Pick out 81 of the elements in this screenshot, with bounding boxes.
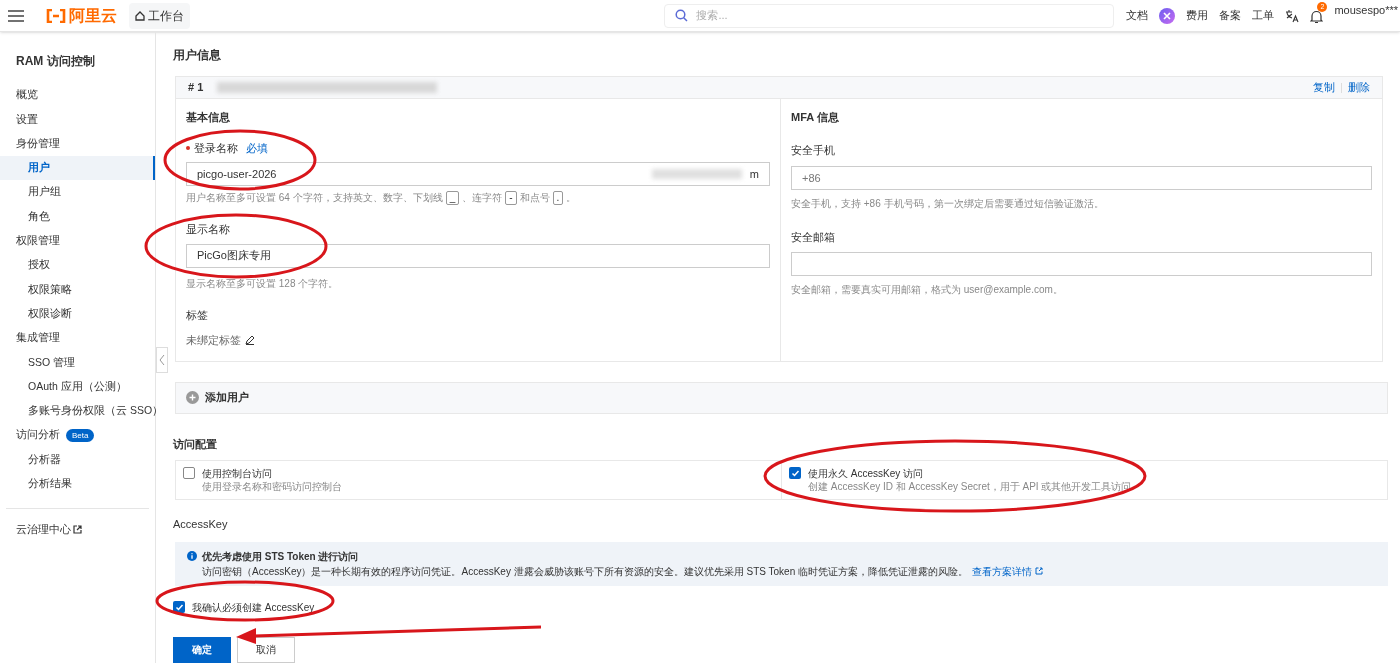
field-hint: 显示名称至多可设置 128 个字符。	[186, 276, 339, 291]
input-field[interactable]: PicGo图床专用	[186, 243, 770, 268]
beta-badge: Beta	[66, 428, 95, 442]
external-link[interactable]: 云治理中心	[16, 521, 82, 538]
key-chip: _	[445, 190, 460, 205]
field-hint: 安全手机，支持 +86 手机号码，第一次绑定后需要通过短信验证激活。	[791, 197, 1105, 211]
key-chip: -	[505, 190, 517, 205]
details-link[interactable]: 查看方案详情	[972, 563, 1043, 579]
field-label: 标签	[186, 307, 208, 323]
ai-assistant-icon[interactable]	[1159, 7, 1176, 24]
sidebar-title: RAM 访问控制	[15, 53, 96, 70]
nav-link[interactable]: 工单	[1252, 7, 1275, 24]
field-label: 登录名称	[194, 140, 238, 156]
option-description: 使用登录名称和密码访问控制台	[202, 480, 342, 493]
plus-circle-icon	[186, 391, 199, 404]
section-title: AccessKey	[173, 517, 229, 532]
info-icon	[187, 551, 197, 561]
confirm-button[interactable]: 确定	[173, 636, 231, 663]
input-field[interactable]: picgo-user-2026 m	[186, 162, 770, 186]
external-link-icon	[1035, 567, 1043, 575]
input-field[interactable]	[791, 251, 1372, 276]
sidebar-item[interactable]: 概览	[0, 83, 155, 108]
external-link-icon	[73, 524, 82, 534]
checkbox[interactable]	[183, 467, 195, 479]
sidebar-item[interactable]: 集成管理	[0, 325, 155, 351]
sidebar-item[interactable]: 分析结果	[0, 471, 155, 497]
key-chip: .	[552, 190, 564, 205]
sidebar-item[interactable]: SSO 管理	[0, 350, 155, 375]
nav-link[interactable]: 费用	[1186, 7, 1209, 24]
checkbox-label: 我确认必须创建 AccessKey	[192, 599, 315, 615]
option-label: 使用控制台访问	[202, 467, 273, 480]
notice-text: 访问密钥（AccessKey）是一种长期有效的程序访问凭证。AccessKey 泄露会威胁该账号下所有资源的安全。建议优先采用 STS Token 临时凭证方案，降低凭证泄露的风险。	[202, 564, 968, 579]
sidebar-item[interactable]: 用户组	[0, 180, 155, 205]
nav-link[interactable]: 备案	[1219, 7, 1242, 24]
edit-icon[interactable]	[245, 335, 255, 346]
bell-icon[interactable]	[1310, 9, 1324, 24]
action-link[interactable]: 删除	[1348, 79, 1370, 96]
nav-link[interactable]: 文档	[1126, 7, 1149, 24]
logo-icon	[46, 8, 66, 23]
workbench-button[interactable]: 工作台	[129, 2, 190, 29]
sidebar-item[interactable]: 身份管理	[0, 131, 155, 156]
sidebar-item[interactable]: 设置	[0, 107, 155, 132]
sidebar-item[interactable]: 角色	[0, 204, 155, 229]
add-user-button[interactable]: 添加用户	[175, 381, 1388, 414]
collapse-handle[interactable]	[156, 347, 168, 373]
user-index: # 1	[188, 80, 204, 96]
checkbox[interactable]	[789, 467, 801, 479]
sidebar-item[interactable]: 分析器	[0, 447, 155, 472]
action-link[interactable]: 复制	[1313, 79, 1335, 96]
sidebar-item[interactable]: 权限管理	[0, 228, 155, 254]
sidebar-item[interactable]: OAuth 应用（公测）	[0, 374, 155, 399]
field-hint: 用户名称至多可设置 64 个字符，支持英文、数字、下划线 _ 、连字符 - 和点号 . 。	[186, 190, 577, 205]
sidebar-item[interactable]: 多账号身份权限（云 SSO）	[0, 398, 155, 424]
search-input[interactable]: 搜索...	[696, 7, 1104, 24]
sidebar-item[interactable]: 用户	[0, 155, 155, 181]
translate-icon[interactable]	[1285, 8, 1300, 23]
checkbox[interactable]	[173, 601, 185, 613]
field-label: 安全邮箱	[791, 230, 836, 245]
required-hint: 必填	[246, 140, 268, 156]
user-name[interactable]: mousespo***	[1334, 2, 1398, 19]
home-icon	[135, 10, 145, 21]
search-field[interactable]: 搜索...	[664, 3, 1115, 28]
section-title: 用户信息	[173, 47, 222, 64]
cancel-button[interactable]: 取消	[237, 636, 295, 663]
column-title: MFA 信息	[791, 110, 840, 125]
logo-text: 阿里云	[69, 5, 117, 26]
tag-value: 未绑定标签	[186, 333, 241, 348]
sidebar-item[interactable]: 访问分析 Beta	[0, 423, 155, 448]
input-suffix: m	[749, 166, 759, 182]
search-icon	[675, 9, 689, 22]
field-label: 安全手机	[791, 142, 836, 158]
input-field[interactable]: +86	[791, 166, 1372, 190]
sidebar-item[interactable]: 授权	[0, 253, 155, 278]
sidebar-item[interactable]: 权限策略	[0, 277, 155, 302]
field-label: 显示名称	[186, 222, 230, 237]
column-title: 基本信息	[186, 110, 231, 125]
option-label: 使用永久 AccessKey 访问	[808, 467, 925, 480]
notice-title: 优先考虑使用 STS Token 进行访问	[202, 549, 359, 564]
section-title: 访问配置	[173, 436, 218, 452]
sidebar-item[interactable]: 权限诊断	[0, 301, 155, 326]
field-hint: 安全邮箱，需要真实可用邮箱，格式为 user@example.com。	[791, 282, 1064, 297]
